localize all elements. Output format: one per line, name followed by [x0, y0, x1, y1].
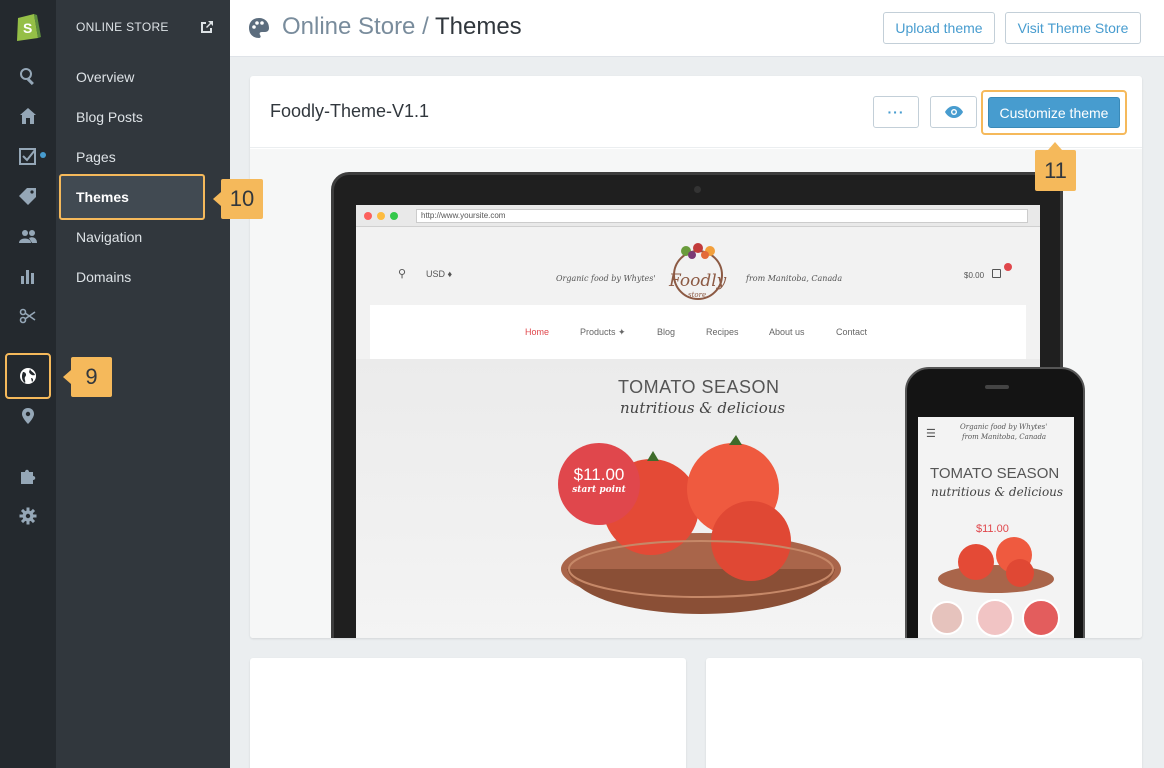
site-menu-blog: Blog	[657, 327, 676, 337]
external-link-icon[interactable]	[200, 20, 214, 34]
close-dot	[364, 212, 372, 220]
breadcrumb-parent[interactable]: Online Store	[282, 13, 415, 40]
breadcrumb-separator: /	[415, 13, 435, 40]
subnav-item-pages[interactable]: Pages	[56, 137, 230, 177]
subnav-item-domains[interactable]: Domains	[56, 257, 230, 297]
currency-select: USD ♦	[426, 269, 453, 279]
phone-tomato-image	[938, 537, 1054, 593]
paint-palette-icon	[248, 17, 270, 39]
laptop-camera	[694, 186, 701, 193]
customers-icon[interactable]	[16, 224, 40, 248]
maximize-dot	[390, 212, 398, 220]
more-actions-button[interactable]: ···	[873, 96, 919, 128]
preview-button[interactable]	[930, 96, 977, 128]
subnav-item-overview[interactable]: Overview	[56, 57, 230, 97]
subnav-item-navigation[interactable]: Navigation	[56, 217, 230, 257]
phone-tagline-2: from Manitoba, Canada	[962, 433, 1047, 441]
phone-speaker	[985, 385, 1009, 389]
site-menu-recipes: Recipes	[706, 327, 739, 337]
phone-tagline-1: Organic food by Whytes'	[960, 423, 1048, 431]
theme-card-secondary-right	[706, 658, 1142, 768]
visit-theme-store-button[interactable]: Visit Theme Store	[1005, 12, 1141, 44]
hero-title: TOMATO SEASON	[618, 377, 780, 397]
url-bar: http://www.yoursite.com	[416, 209, 1028, 223]
site-search-icon: ⚲	[398, 268, 407, 280]
phone-thumb-2	[976, 599, 1014, 637]
cart-icon	[992, 269, 1001, 278]
cart-total: $0.00	[964, 271, 985, 280]
callout-step-10: 10	[213, 179, 263, 219]
site-menu-home: Home	[525, 327, 550, 337]
hero-subtitle: nutritious & delicious	[620, 399, 786, 417]
site-menu-products: Products ✦	[580, 327, 626, 337]
location-pin-icon[interactable]	[16, 404, 40, 428]
upload-theme-button[interactable]: Upload theme	[883, 12, 995, 44]
site-menu: Home Products ✦ Blog Recipes About us Co…	[370, 305, 1026, 359]
subnav-item-themes[interactable]: Themes	[59, 174, 205, 220]
phone-thumb-1	[930, 601, 964, 635]
callout-10-label: 10	[229, 186, 255, 211]
shopify-logo-icon[interactable]: S	[14, 10, 42, 42]
minimize-dot	[377, 212, 385, 220]
callout-11-label: 11	[1044, 157, 1067, 183]
products-tag-icon[interactable]	[16, 184, 40, 208]
callout-9-label: 9	[85, 364, 98, 389]
apps-puzzle-icon[interactable]	[16, 464, 40, 488]
subnav-item-blog-posts[interactable]: Blog Posts	[56, 97, 230, 137]
price-badge: $11.00 start point	[558, 443, 640, 525]
site-menu-about: About us	[769, 327, 805, 337]
phone-hero-title: TOMATO SEASON	[930, 465, 1060, 482]
notification-dot	[40, 152, 46, 158]
price-amount: $11.00	[573, 465, 625, 484]
cart-badge	[1004, 263, 1012, 271]
tagline-left: Organic food by Whytes'	[556, 274, 656, 283]
breadcrumb-current: Themes	[434, 13, 522, 40]
home-icon[interactable]	[16, 104, 40, 128]
orders-icon[interactable]	[16, 144, 40, 168]
site-header: ⚲ USD ♦ Organic food by Whytes' Foodly s…	[356, 227, 1040, 305]
online-store-globe-icon[interactable]	[16, 364, 40, 388]
icon-rail: S	[0, 0, 56, 768]
theme-card-secondary-left	[250, 658, 686, 768]
site-menu-contact: Contact	[836, 327, 868, 337]
phone-hero-subtitle: nutritious & delicious	[931, 485, 1064, 499]
subnav-header: ONLINE STORE	[76, 20, 169, 34]
discounts-scissors-icon[interactable]	[16, 304, 40, 328]
customize-highlight: Customize theme	[981, 90, 1127, 135]
theme-preview-image: http://www.yoursite.com ⚲ USD ♦ Organic …	[250, 149, 1142, 638]
phone-menu-icon: ☰	[926, 428, 936, 440]
phone-screen: ☰ Organic food by Whytes' from Manitoba,…	[918, 417, 1074, 638]
eye-icon	[944, 106, 963, 118]
tagline-right: from Manitoba, Canada	[746, 274, 843, 283]
svg-text:S: S	[23, 20, 32, 36]
callout-step-9: 9	[63, 357, 112, 397]
page-title: Online Store / Themes	[282, 13, 522, 41]
phone-thumb-3	[1022, 599, 1060, 637]
callout-step-11: 11	[1035, 142, 1076, 191]
top-bar: Online Store / Themes Upload theme Visit…	[230, 0, 1164, 57]
logo-text: Foodly	[669, 271, 727, 291]
search-icon[interactable]	[16, 64, 40, 88]
price-note: start point	[572, 485, 626, 495]
settings-gear-icon[interactable]	[16, 504, 40, 528]
logo-sub-text: store	[688, 291, 707, 299]
theme-card-header: Foodly-Theme-V1.1 ··· Customize theme	[250, 76, 1142, 148]
phone-mockup: ☰ Organic food by Whytes' from Manitoba,…	[905, 367, 1085, 638]
theme-name: Foodly-Theme-V1.1	[270, 101, 430, 121]
current-theme-card: Foodly-Theme-V1.1 ··· Customize theme ht…	[250, 76, 1142, 638]
customize-theme-button[interactable]: Customize theme	[988, 97, 1120, 128]
reports-icon[interactable]	[16, 264, 40, 288]
browser-bar: http://www.yoursite.com	[356, 205, 1040, 227]
